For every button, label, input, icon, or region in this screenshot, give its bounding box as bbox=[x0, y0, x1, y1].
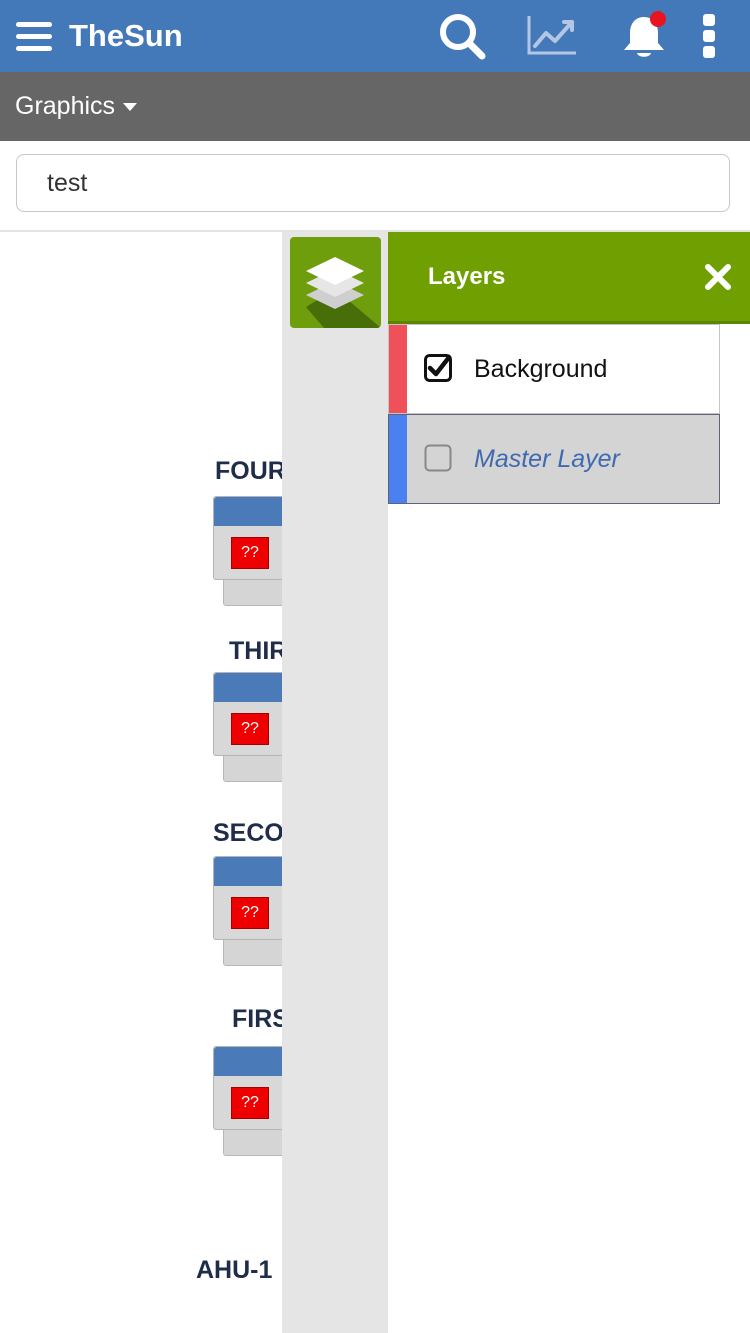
caret-down-icon bbox=[123, 103, 138, 112]
ahu-label: AHU-1 bbox=[196, 1256, 273, 1284]
graphics-canvas: FOUR ?? THIR ?? SECO ?? FIRS ?? AHU-1 bbox=[0, 232, 282, 1333]
graphics-dropdown[interactable]: Graphics bbox=[15, 88, 138, 124]
checkbox-unchecked-icon[interactable] bbox=[424, 444, 452, 472]
layers-panel-header: Layers bbox=[388, 232, 750, 324]
layer-color-indicator bbox=[389, 415, 407, 503]
app-title: TheSun bbox=[69, 18, 183, 53]
floor-label: FOUR bbox=[215, 457, 282, 485]
checkbox-checked-icon[interactable] bbox=[424, 354, 452, 382]
status-badge: ?? bbox=[231, 1087, 269, 1119]
layers-icon bbox=[306, 257, 381, 328]
layer-color-indicator bbox=[389, 325, 407, 413]
device-widget[interactable]: ?? bbox=[213, 1046, 282, 1158]
close-icon[interactable] bbox=[704, 263, 732, 291]
app-bar: TheSun bbox=[0, 0, 750, 72]
layer-row-master[interactable]: Master Layer bbox=[388, 414, 720, 504]
kebab-menu-icon[interactable] bbox=[700, 12, 718, 60]
floor-label: FIRS bbox=[232, 1005, 282, 1033]
device-widget[interactable]: ?? bbox=[213, 496, 282, 608]
floor-label: THIR bbox=[229, 637, 282, 665]
hamburger-menu-icon[interactable] bbox=[14, 16, 54, 56]
panel-strip bbox=[282, 232, 388, 1333]
notification-badge bbox=[650, 11, 666, 27]
device-widget[interactable]: ?? bbox=[213, 856, 282, 968]
search-icon[interactable] bbox=[437, 11, 487, 61]
search-input[interactable] bbox=[16, 154, 730, 212]
graphics-dropdown-label: Graphics bbox=[15, 92, 116, 120]
trend-chart-icon[interactable] bbox=[526, 14, 578, 56]
status-badge: ?? bbox=[231, 897, 269, 929]
status-badge: ?? bbox=[231, 537, 269, 569]
layer-label: Background bbox=[474, 355, 608, 383]
layer-row-background[interactable]: Background bbox=[388, 324, 720, 414]
status-badge: ?? bbox=[231, 713, 269, 745]
floor-label: SECO bbox=[213, 819, 282, 847]
layer-label: Master Layer bbox=[474, 445, 620, 473]
layers-panel-title: Layers bbox=[428, 263, 506, 290]
sub-header: Graphics bbox=[0, 72, 750, 141]
layers-toggle-button[interactable] bbox=[290, 237, 381, 328]
device-widget[interactable]: ?? bbox=[213, 672, 282, 784]
